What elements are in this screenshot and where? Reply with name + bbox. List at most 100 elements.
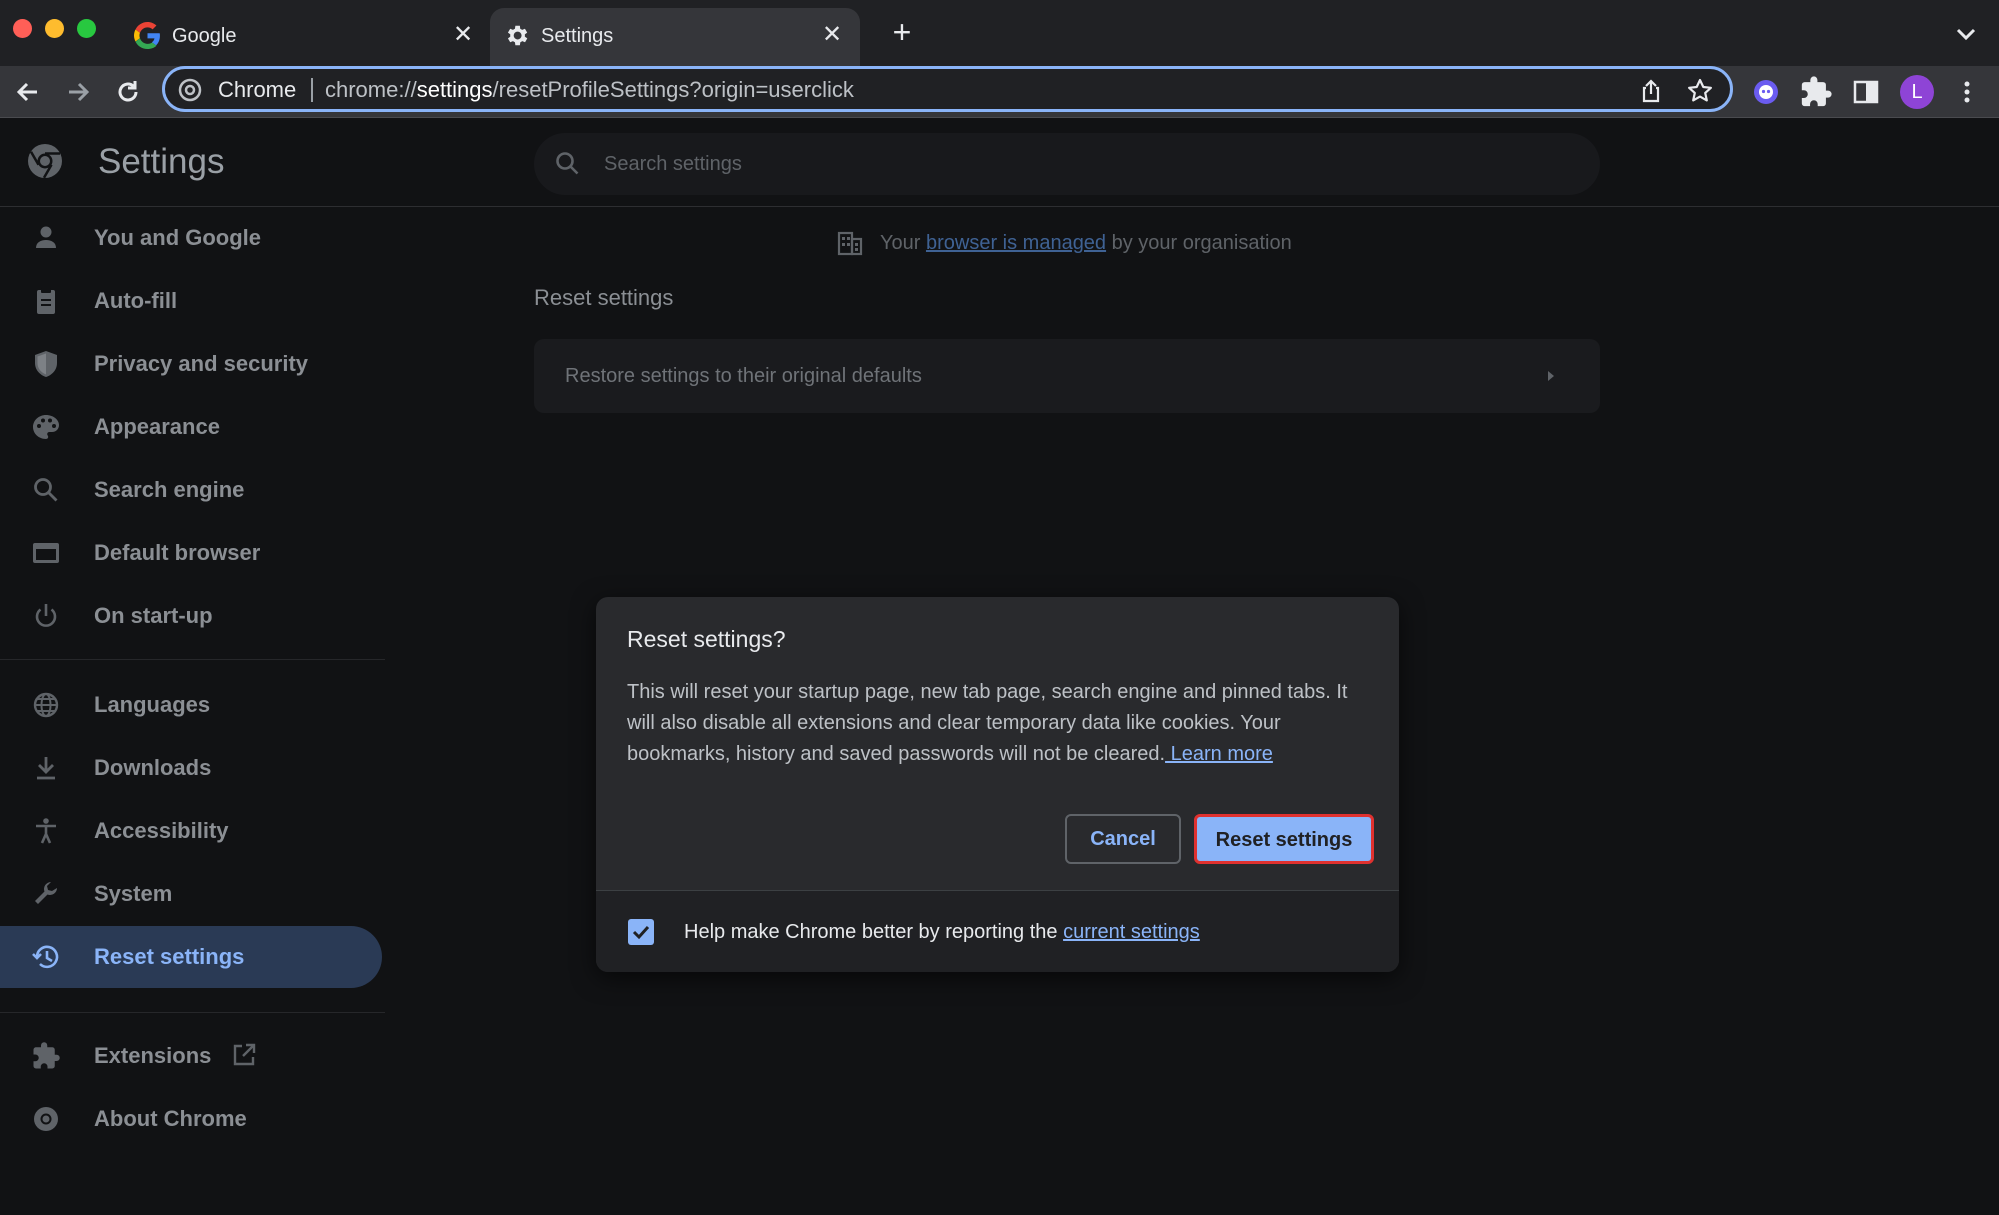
settings-header: Settings [0, 118, 1999, 207]
sidebar-item-on-start-up[interactable]: On start-up [0, 585, 382, 647]
share-icon[interactable] [1636, 76, 1666, 106]
browser-toolbar: Chrome chrome://settings/resetProfileSet… [0, 66, 1999, 118]
sidebar-item-extensions[interactable]: Extensions [0, 1025, 382, 1087]
managed-suffix: by your organisation [1106, 232, 1292, 254]
sidebar-item-label: Auto-fill [94, 288, 178, 313]
sidebar-item-downloads[interactable]: Downloads [0, 737, 382, 799]
sidebar-divider [0, 659, 385, 660]
cancel-button[interactable]: Cancel [1065, 814, 1181, 864]
close-tab-icon[interactable]: ✕ [449, 21, 477, 49]
sidebar-item-label: Reset settings [94, 944, 245, 969]
palette-icon [30, 412, 62, 442]
checkmark-icon [632, 925, 650, 940]
page-title: Settings [98, 142, 225, 181]
close-window-button[interactable] [13, 19, 32, 38]
browser-managed-link[interactable]: browser is managed [926, 232, 1106, 254]
open-in-new-icon [230, 1041, 258, 1069]
dialog-body: This will reset your startup page, new t… [627, 677, 1377, 770]
sidebar-item-reset-settings[interactable]: Reset settings [0, 926, 382, 988]
reset-settings-dialog: Reset settings? This will reset your sta… [596, 597, 1399, 972]
new-tab-button[interactable]: + [886, 16, 918, 49]
shield-icon [30, 349, 62, 379]
address-bar[interactable]: Chrome chrome://settings/resetProfileSet… [162, 66, 1733, 112]
arrow-right-icon [1540, 366, 1560, 386]
tab-title: Settings [541, 25, 614, 47]
forward-arrow-icon[interactable] [61, 75, 95, 109]
history-icon [30, 942, 62, 972]
tab-title: Google [172, 25, 237, 47]
learn-more-link[interactable]: Learn more [1165, 743, 1273, 765]
tab-settings[interactable]: Settings ✕ [490, 8, 860, 66]
sidebar-item-label: Default browser [94, 540, 261, 565]
sidebar-item-privacy-and-security[interactable]: Privacy and security [0, 333, 382, 395]
tab-search-chevron-icon[interactable] [1950, 20, 1982, 48]
sidebar-item-languages[interactable]: Languages [0, 674, 382, 736]
sidebar-item-appearance[interactable]: Appearance [0, 396, 382, 458]
checkbox-label-text: Help make Chrome better by reporting the [684, 921, 1064, 943]
settings-sidebar: You and Google Auto-fill Privacy and sec… [0, 207, 385, 1215]
bookmark-star-icon[interactable] [1685, 76, 1715, 106]
sidebar-item-label: Languages [94, 692, 211, 717]
sidebar-item-you-and-google[interactable]: You and Google [0, 207, 382, 269]
extension-bot-icon[interactable] [1749, 75, 1783, 109]
managed-prefix: Your [880, 232, 926, 254]
browser-icon [30, 538, 62, 568]
puzzle-icon [30, 1041, 62, 1071]
chrome-logo-icon [25, 141, 65, 181]
sidebar-item-label: About Chrome [94, 1106, 247, 1131]
back-arrow-icon[interactable] [11, 75, 45, 109]
sidebar-item-label: Appearance [94, 414, 220, 439]
search-input[interactable] [604, 147, 1504, 181]
minimize-window-button[interactable] [45, 19, 64, 38]
person-icon [30, 223, 62, 253]
sidebar-item-label: Privacy and security [94, 351, 309, 376]
sidebar-item-label: Search engine [94, 477, 245, 502]
gear-icon [503, 22, 530, 49]
search-icon [554, 150, 582, 178]
sidebar-item-autofill[interactable]: Auto-fill [0, 270, 382, 332]
settings-search[interactable] [534, 133, 1600, 195]
sidebar-item-about-chrome[interactable]: About Chrome [0, 1088, 382, 1150]
sidebar-item-search-engine[interactable]: Search engine [0, 459, 382, 521]
checkbox-label: Help make Chrome better by reporting the… [684, 917, 1200, 947]
close-tab-icon[interactable]: ✕ [818, 21, 846, 49]
omnibox-origin-label: Chrome [218, 77, 297, 102]
omnibox-separator [311, 78, 313, 102]
maximize-window-button[interactable] [77, 19, 96, 38]
sidebar-divider [0, 1012, 385, 1013]
url-scheme: chrome:// [325, 77, 417, 102]
globe-icon [30, 690, 62, 720]
url-host: settings [416, 77, 493, 102]
chrome-icon [30, 1104, 62, 1134]
search-icon [30, 475, 62, 505]
sidebar-item-label: Downloads [94, 755, 212, 780]
sidebar-item-label: System [94, 881, 173, 906]
restore-defaults-label: Restore settings to their original defau… [565, 365, 922, 387]
sidebar-item-accessibility[interactable]: Accessibility [0, 800, 382, 862]
google-g-icon [134, 22, 161, 49]
clipboard-icon [30, 286, 62, 316]
settings-page: Settings You and Google Auto-fill Privac… [0, 118, 1999, 1215]
current-settings-link[interactable]: current settings [1063, 921, 1200, 943]
sidebar-item-system[interactable]: System [0, 863, 382, 925]
profile-avatar[interactable]: L [1900, 75, 1934, 109]
side-panel-icon[interactable] [1849, 75, 1883, 109]
sidebar-item-label: Extensions [94, 1043, 212, 1068]
dialog-footer: Help make Chrome better by reporting the… [596, 891, 1399, 972]
omnibox-url: chrome://settings/resetProfileSettings?o… [325, 76, 854, 104]
extensions-puzzle-icon[interactable] [1799, 75, 1833, 109]
sidebar-item-label: On start-up [94, 603, 213, 628]
url-path: /resetProfileSettings?origin=userclick [492, 77, 854, 102]
browser-window: Google ✕ Settings ✕ + Chrome chrome://se… [0, 0, 1999, 1215]
reload-icon[interactable] [111, 75, 145, 109]
reset-settings-button[interactable]: Reset settings [1194, 814, 1374, 864]
sidebar-item-default-browser[interactable]: Default browser [0, 522, 382, 584]
tab-google[interactable]: Google ✕ [121, 8, 491, 66]
chrome-icon [178, 78, 202, 102]
tab-strip: Google ✕ Settings ✕ + [0, 0, 1999, 66]
sidebar-item-label: Accessibility [94, 818, 229, 843]
accessibility-icon [30, 816, 62, 846]
report-settings-checkbox[interactable] [628, 919, 654, 945]
menu-kebab-icon[interactable] [1953, 75, 1981, 109]
restore-defaults-row[interactable]: Restore settings to their original defau… [534, 339, 1600, 413]
